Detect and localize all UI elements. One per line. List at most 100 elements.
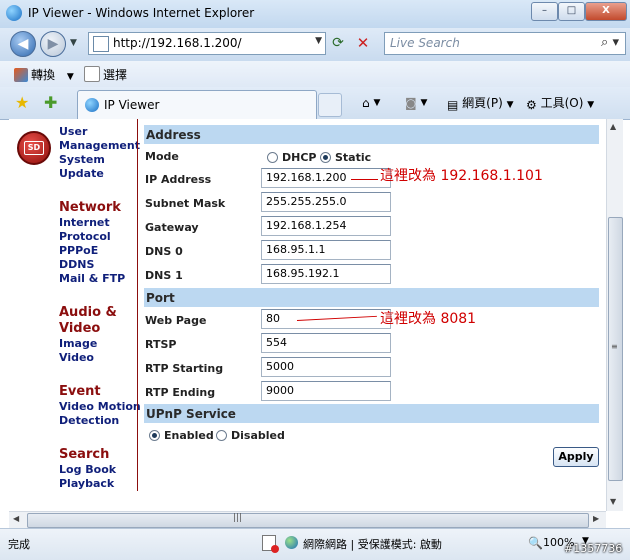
nav-user-2[interactable]: System [59, 153, 105, 166]
add-favorite-icon[interactable]: ✚ [44, 93, 57, 112]
mask-label: Subnet Mask [145, 197, 226, 210]
back-button[interactable]: ◀ [10, 31, 36, 57]
page-menu-label: 網頁(P) [462, 96, 503, 110]
tab-bar: ★ ✚ IP Viewer ⌂ ▼ ◙ ▼ ▤ 網頁(P) ▼ ⚙ 工具(O) … [0, 87, 630, 120]
scroll-left-icon[interactable]: ◀ [13, 514, 19, 523]
tools-menu-label: 工具(O) [540, 96, 584, 110]
chevron-down-icon[interactable]: ▼ [373, 98, 380, 108]
search-icon[interactable]: ⌕ ▾ [601, 35, 619, 50]
section-port: Port [144, 288, 599, 307]
ie-page-icon [85, 98, 99, 112]
dns0-field[interactable]: 168.95.1.1 [261, 240, 391, 260]
new-tab-button[interactable] [318, 93, 342, 117]
nav-network-1[interactable]: Protocol [59, 230, 111, 243]
gear-icon: ⚙ [526, 98, 537, 112]
close-button[interactable]: X [585, 2, 627, 21]
apply-button[interactable]: Apply [553, 447, 599, 467]
tab-label: IP Viewer [104, 98, 160, 112]
select-button[interactable]: 選擇 [84, 66, 127, 83]
zoom-icon[interactable]: 🔍 [528, 536, 543, 550]
horizontal-scrollbar[interactable]: ◀ ||| ▶ [9, 511, 606, 528]
nav-user-0[interactable]: User [59, 125, 87, 138]
port-annotation: 這裡改為 8081 [380, 311, 477, 327]
page-menu[interactable]: ▤ 網頁(P) ▼ [447, 94, 514, 112]
rtp-start-label: RTP Starting [145, 362, 224, 375]
nav-av-0[interactable]: Image [59, 337, 97, 350]
forward-button[interactable]: ▶ [40, 31, 66, 57]
home-button[interactable]: ⌂ ▼ [362, 94, 380, 110]
address-row: ◀ ▶ ▼ http://192.168.1.200/ ▼ ⟳ ✕ Live S… [0, 28, 630, 61]
nav-user-3[interactable]: Update [59, 167, 104, 180]
ip-label: IP Address [145, 173, 212, 186]
horizontal-scroll-thumb[interactable]: ||| [27, 513, 589, 528]
dns1-field[interactable]: 168.95.192.1 [261, 264, 391, 284]
status-zone: 網際網路 | 受保護模式: 啟動 [303, 538, 442, 551]
mask-field[interactable]: 255.255.255.0 [261, 192, 391, 212]
dns1-label: DNS 1 [145, 269, 183, 282]
chevron-down-icon[interactable]: ▼ [420, 98, 427, 108]
links-bar: 轉換 ▼ 選擇 [0, 61, 630, 88]
upnp-enabled-radio[interactable] [149, 430, 160, 441]
nav-user-1[interactable]: Management [59, 139, 140, 152]
chevron-down-icon[interactable]: ▼ [67, 72, 74, 82]
nav-search-0[interactable]: Log Book [59, 463, 116, 476]
ip-annotation-line [351, 179, 378, 180]
nav-event-1[interactable]: Detection [59, 414, 119, 427]
history-dropdown-icon[interactable]: ▼ [70, 38, 77, 48]
grip-icon: ||| [233, 513, 243, 523]
upnp-disabled-label: Disabled [231, 429, 285, 442]
nav-event-0[interactable]: Video Motion [59, 400, 141, 413]
dhcp-radio[interactable] [267, 152, 278, 163]
search-placeholder: Live Search [390, 36, 460, 50]
static-label: Static [335, 151, 372, 164]
nav-head-av-0: Audio & [59, 305, 117, 320]
stop-icon[interactable]: ✕ [353, 33, 373, 53]
address-field[interactable]: http://192.168.1.200/ ▼ [88, 32, 326, 55]
tools-menu[interactable]: ⚙ 工具(O) ▼ [526, 94, 594, 112]
minimize-button[interactable]: – [531, 2, 558, 21]
nav-divider [137, 119, 138, 491]
chevron-down-icon[interactable]: ▼ [315, 36, 322, 46]
feeds-button[interactable]: ◙ ▼ [405, 94, 427, 110]
dhcp-label: DHCP [282, 151, 317, 164]
nav-network-4[interactable]: Mail & FTP [59, 272, 125, 285]
upnp-enabled-label: Enabled [164, 429, 214, 442]
convert-button[interactable]: 轉換 ▼ [14, 66, 74, 83]
page-viewport: SD User Management System Update Network… [9, 119, 606, 511]
web-label: Web Page [145, 314, 207, 327]
ip-annotation: 這裡改為 192.168.1.101 [380, 168, 543, 184]
scroll-down-icon[interactable]: ▼ [610, 497, 616, 506]
nav-network-3[interactable]: DDNS [59, 258, 94, 271]
rtp-start-field[interactable]: 5000 [261, 357, 391, 377]
nav-head-event: Event [59, 384, 101, 399]
scroll-right-icon[interactable]: ▶ [593, 514, 599, 523]
upnp-disabled-radio[interactable] [216, 430, 227, 441]
scroll-up-icon[interactable]: ▲ [610, 122, 616, 131]
nav-network-0[interactable]: Internet [59, 216, 110, 229]
chevron-down-icon[interactable]: ▼ [507, 100, 514, 110]
globe-icon [285, 536, 298, 549]
rtsp-field[interactable]: 554 [261, 333, 391, 353]
chevron-down-icon[interactable]: ▼ [587, 100, 594, 110]
nav-av-1[interactable]: Video [59, 351, 94, 364]
tab-ip-viewer[interactable]: IP Viewer [77, 90, 317, 120]
search-input[interactable]: Live Search ⌕ ▾ [384, 32, 626, 55]
static-radio[interactable] [320, 152, 331, 163]
nav-search-1[interactable]: Playback [59, 477, 114, 490]
status-done: 完成 [8, 538, 30, 551]
favorites-star-icon[interactable]: ★ [15, 93, 29, 112]
vertical-scrollbar[interactable]: ▲ ≡ ▼ [606, 119, 623, 511]
convert-icon [14, 68, 28, 82]
nav-head-search: Search [59, 447, 110, 462]
rtp-end-field[interactable]: 9000 [261, 381, 391, 401]
select-icon [84, 66, 100, 82]
grip-icon: ≡ [611, 342, 618, 351]
select-label: 選擇 [103, 68, 128, 82]
blocked-content-icon[interactable] [262, 535, 279, 553]
ip-field[interactable]: 192.168.1.200 [261, 168, 391, 188]
convert-label: 轉換 [31, 68, 56, 82]
maximize-button[interactable]: □ [558, 2, 585, 21]
gateway-field[interactable]: 192.168.1.254 [261, 216, 391, 236]
refresh-icon[interactable]: ⟳ [328, 33, 348, 53]
nav-network-2[interactable]: PPPoE [59, 244, 98, 257]
